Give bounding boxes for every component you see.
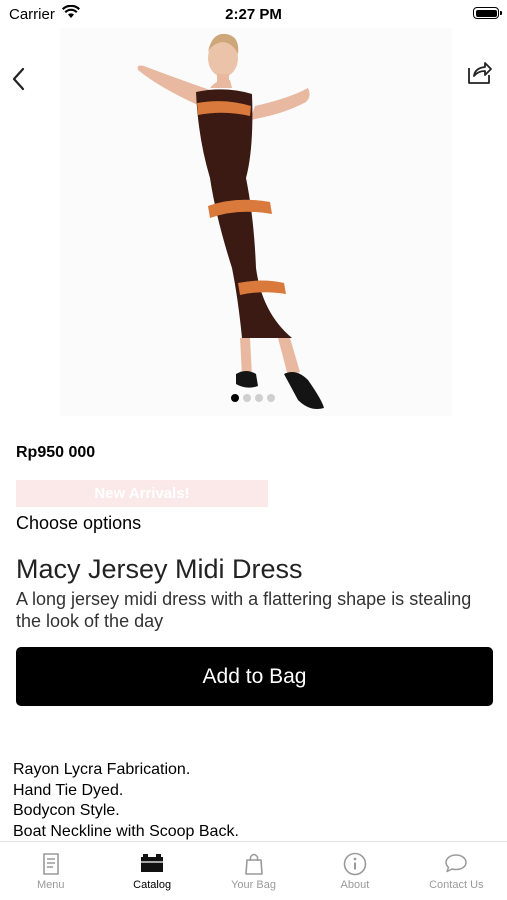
tab-bar: Menu Catalog Your Bag About Contact Us [0,841,507,900]
tab-label: Menu [36,879,65,891]
tab-your-bag[interactable]: Your Bag [203,842,304,900]
catalog-icon [141,854,164,872]
battery-icon [473,7,502,19]
bag-icon [244,853,263,875]
tab-label: Contact Us [429,879,484,891]
info-icon [343,852,367,876]
choose-options-link[interactable]: Choose options [16,513,141,534]
product-price: Rp950 000 [16,444,96,461]
image-page-indicator[interactable] [231,394,275,402]
feature-item: Rayon Lycra Fabrication. [13,761,191,778]
page-dot[interactable] [231,394,239,402]
feature-item: Bodycon Style. [13,802,120,819]
tab-about[interactable]: About [304,842,405,900]
add-to-bag-button[interactable]: Add to Bag [16,647,493,706]
share-icon[interactable] [465,57,493,87]
tab-label: About [340,879,370,891]
product-title: Macy Jersey Midi Dress [16,554,303,584]
back-chevron-icon[interactable] [8,64,32,94]
tab-contact-us[interactable]: Contact Us [406,842,507,900]
menu-icon [42,853,59,875]
tab-label: Your Bag [231,879,276,891]
product-image[interactable] [60,28,452,416]
chat-icon [445,854,468,873]
page-dot[interactable] [243,394,251,402]
tab-catalog[interactable]: Catalog [101,842,202,900]
feature-item: Hand Tie Dyed. [13,781,124,799]
new-arrivals-badge: New Arrivals! [16,480,268,507]
model-photo [60,28,452,416]
feature-item: Boat Neckline with Scoop Back. [13,822,239,840]
clock: 2:27 PM [225,6,282,23]
tab-label: Catalog [133,879,172,891]
page-dot[interactable] [255,394,263,402]
product-description: A long jersey midi dress with a flatteri… [16,589,472,631]
product-features: Rayon Lycra Fabrication. Hand Tie Dyed. … [13,760,239,842]
status-bar: Carrier 2:27 PM [0,0,507,28]
tab-menu[interactable]: Menu [0,842,101,900]
page-dot[interactable] [267,394,275,402]
